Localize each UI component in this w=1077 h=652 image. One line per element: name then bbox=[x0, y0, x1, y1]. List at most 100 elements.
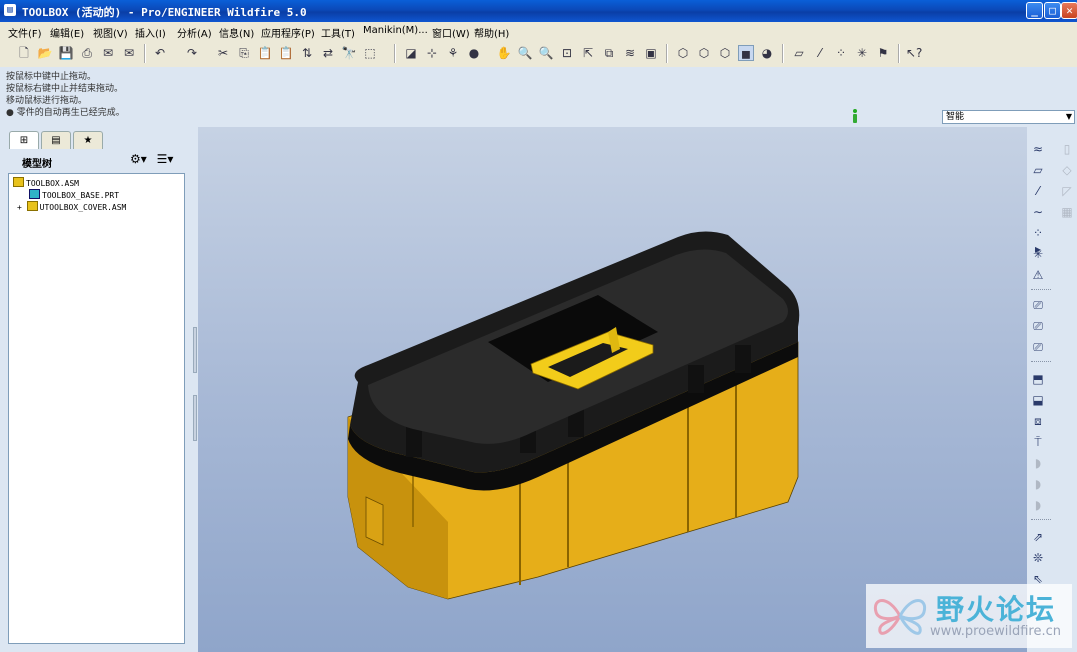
saved-views-icon[interactable]: ⧉ bbox=[601, 45, 617, 61]
datum-disabled-icon[interactable]: ▦ bbox=[1059, 204, 1075, 220]
tree-item-toolbox-cover[interactable]: + UTOOLBOX_COVER.ASM bbox=[17, 201, 126, 213]
refit-icon[interactable]: ⊡ bbox=[559, 45, 575, 61]
watermark-url: www.proewildfire.cn bbox=[930, 624, 1061, 639]
forum-watermark: 野火论坛 www.proewildfire.cn bbox=[866, 584, 1072, 648]
show-icon[interactable]: ☰▾ bbox=[157, 152, 174, 166]
open-icon[interactable]: 📂 bbox=[37, 45, 53, 61]
menu-file[interactable]: 文件(F) bbox=[8, 25, 42, 40]
assembly-icon bbox=[13, 177, 24, 187]
datum-curve-icon[interactable]: ∼ bbox=[1030, 204, 1046, 220]
draft-disabled-icon[interactable]: ◗ bbox=[1030, 497, 1046, 513]
assemble-icon[interactable]: ⎚ bbox=[1030, 297, 1046, 313]
maximize-button[interactable]: □ bbox=[1044, 2, 1061, 19]
copy-icon[interactable]: ⎘ bbox=[236, 45, 252, 61]
splitter-grip[interactable] bbox=[193, 395, 197, 441]
package-icon[interactable]: ⎚ bbox=[1030, 318, 1046, 334]
datum-point-display-icon[interactable]: ⁘ bbox=[833, 45, 849, 61]
view-manager-icon[interactable]: ▣ bbox=[643, 45, 659, 61]
minimize-button[interactable]: _ bbox=[1026, 2, 1043, 19]
drag-components-icon[interactable]: ⇗ bbox=[1030, 529, 1046, 545]
menu-tools[interactable]: 工具(T) bbox=[321, 25, 355, 40]
close-button[interactable]: ✕ bbox=[1061, 2, 1077, 19]
email-icon[interactable]: ✉ bbox=[100, 45, 116, 61]
menu-edit[interactable]: 编辑(E) bbox=[50, 25, 84, 40]
assembly-icon bbox=[26, 201, 38, 211]
reorient-icon[interactable]: ⇱ bbox=[580, 45, 596, 61]
select-box-icon[interactable]: ⬚ bbox=[362, 45, 378, 61]
graphics-window[interactable] bbox=[198, 127, 1027, 652]
zoom-in-icon[interactable]: 🔍 bbox=[517, 45, 533, 61]
favorites-tab[interactable]: ★ bbox=[73, 131, 103, 149]
menu-insert[interactable]: 插入(I) bbox=[135, 25, 166, 40]
settings-icon[interactable]: ⚙▾ bbox=[130, 152, 147, 166]
sketch-datum-icon[interactable]: ≈ bbox=[1030, 141, 1046, 157]
layers-icon[interactable]: ≋ bbox=[622, 45, 638, 61]
datum-plane-icon[interactable]: ▱ bbox=[1030, 162, 1046, 178]
analysis-feature-icon[interactable]: ⚠ bbox=[1030, 267, 1046, 283]
selection-filter-select[interactable]: 智能 ▼ bbox=[942, 110, 1075, 124]
enhanced-realism-icon[interactable]: ◕ bbox=[759, 45, 775, 61]
toolbar-separator bbox=[144, 44, 146, 63]
menu-applications[interactable]: 应用程序(P) bbox=[261, 25, 315, 40]
expand-icon[interactable]: + bbox=[17, 203, 22, 212]
navigator-panel: ⊞ ▤ ★ 模型树 ⚙▾ ☰▾ TOOLBOX.ASM TOOLBOX_BASE… bbox=[0, 127, 195, 652]
regen-manager-icon[interactable]: ⇄ bbox=[320, 45, 336, 61]
selection-filter-value: 智能 bbox=[946, 112, 965, 122]
appearance-icon[interactable]: ● bbox=[466, 45, 482, 61]
hole-icon[interactable]: ⬒ bbox=[1030, 371, 1046, 387]
cut-icon[interactable]: ✂ bbox=[215, 45, 231, 61]
model-tree: TOOLBOX.ASM TOOLBOX_BASE.PRT + UTOOLBOX_… bbox=[8, 173, 185, 644]
folder-browser-tab[interactable]: ▤ bbox=[41, 131, 71, 149]
shading-icon[interactable]: ◼ bbox=[738, 45, 754, 61]
menu-analysis[interactable]: 分析(A) bbox=[177, 25, 212, 40]
orient-mode-icon[interactable]: ⚘ bbox=[445, 45, 461, 61]
no-hidden-icon[interactable]: ⬡ bbox=[717, 45, 733, 61]
coordinate-system-display-icon[interactable]: ✳ bbox=[854, 45, 870, 61]
menu-help[interactable]: 帮助(H) bbox=[474, 25, 509, 40]
create-component-icon[interactable]: ⎚ bbox=[1030, 339, 1046, 355]
spin-center-icon[interactable]: ⊹ bbox=[424, 45, 440, 61]
proe-icon: ▤ bbox=[4, 4, 16, 16]
explode-icon[interactable]: ❊ bbox=[1030, 550, 1046, 566]
datum-axis-display-icon[interactable]: ⁄ bbox=[812, 45, 828, 61]
menu-window[interactable]: 窗口(W) bbox=[432, 25, 470, 40]
window-title: TOOLBOX (活动的) - Pro/ENGINEER Wildfire 5.… bbox=[22, 6, 307, 19]
hidden-line-icon[interactable]: ⬡ bbox=[696, 45, 712, 61]
undo-icon[interactable]: ↶ bbox=[152, 45, 168, 61]
redo-icon[interactable]: ↷ bbox=[184, 45, 200, 61]
email-link-icon[interactable]: ✉ bbox=[121, 45, 137, 61]
wireframe-icon[interactable]: ⬡ bbox=[675, 45, 691, 61]
paste-special-icon[interactable]: 📋 bbox=[278, 45, 294, 61]
new-icon[interactable]: 🗋 bbox=[16, 45, 32, 61]
chamfer-disabled-icon[interactable]: ◗ bbox=[1030, 476, 1046, 492]
pattern-icon[interactable]: ⧈ bbox=[1030, 413, 1046, 429]
print-icon[interactable]: ⎙ bbox=[79, 45, 95, 61]
toolbox-model[interactable] bbox=[198, 127, 1027, 652]
datum-disabled-icon[interactable]: ◸ bbox=[1059, 183, 1075, 199]
mirror-icon[interactable]: ⍑ bbox=[1030, 434, 1046, 450]
regenerate-icon[interactable]: ⇅ bbox=[299, 45, 315, 61]
menu-manikin[interactable]: Manikin(M)... bbox=[363, 25, 428, 36]
find-icon[interactable]: 🔭 bbox=[341, 45, 357, 61]
datum-disabled-icon[interactable]: ▯ bbox=[1059, 141, 1075, 157]
annotation-display-icon[interactable]: ⚑ bbox=[875, 45, 891, 61]
round-disabled-icon[interactable]: ◗ bbox=[1030, 455, 1046, 471]
datum-point-icon[interactable]: ⁘▸ bbox=[1030, 225, 1046, 256]
context-help-icon[interactable]: ↖? bbox=[906, 45, 922, 61]
tree-item-toolbox-base[interactable]: TOOLBOX_BASE.PRT bbox=[29, 189, 119, 201]
model-tree-tab[interactable]: ⊞ bbox=[9, 131, 39, 149]
cut-feature-icon[interactable]: ⬓ bbox=[1030, 392, 1046, 408]
datum-axis-icon[interactable]: ⁄ bbox=[1030, 183, 1046, 199]
pan-hand-icon[interactable]: ✋ bbox=[496, 45, 512, 61]
datum-disabled-icon[interactable]: ◇ bbox=[1059, 162, 1075, 178]
tree-item-toolbox-asm[interactable]: TOOLBOX.ASM bbox=[13, 177, 79, 189]
coordinate-system-icon[interactable]: ✳ bbox=[1030, 246, 1046, 262]
repaint-icon[interactable]: ◪ bbox=[403, 45, 419, 61]
splitter-grip[interactable] bbox=[193, 327, 197, 373]
menu-view[interactable]: 视图(V) bbox=[93, 25, 128, 40]
datum-plane-display-icon[interactable]: ▱ bbox=[791, 45, 807, 61]
save-icon[interactable]: 💾 bbox=[58, 45, 74, 61]
paste-icon[interactable]: 📋 bbox=[257, 45, 273, 61]
menu-info[interactable]: 信息(N) bbox=[219, 25, 254, 40]
zoom-out-icon[interactable]: 🔍 bbox=[538, 45, 554, 61]
